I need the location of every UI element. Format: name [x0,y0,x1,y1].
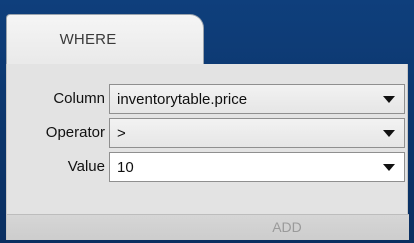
chevron-down-icon[interactable] [383,96,395,103]
tab-where-label: WHERE [59,31,117,48]
chevron-down-icon[interactable] [383,164,395,171]
value-combobox[interactable]: 10 [109,152,405,182]
tab-where[interactable]: WHERE [6,14,204,66]
column-label: Column [53,90,105,107]
where-panel: Column inventorytable.price Operator > V… [6,64,409,240]
operator-label: Operator [45,124,105,141]
column-select-value: inventorytable.price [117,91,248,108]
column-row: Column inventorytable.price [7,82,409,116]
column-select[interactable]: inventorytable.price [109,84,405,114]
add-bar: ADD [7,214,409,240]
value-label: Value [67,158,105,175]
operator-select-value: > [117,125,126,142]
chevron-down-icon[interactable] [383,130,395,137]
value-combobox-value: 10 [117,159,134,176]
operator-select[interactable]: > [109,118,405,148]
operator-row: Operator > [7,116,409,150]
value-row: Value 10 [7,150,409,184]
query-builder-window: WHERE Column inventorytable.price Operat… [0,0,414,243]
add-button[interactable]: ADD [227,219,347,237]
